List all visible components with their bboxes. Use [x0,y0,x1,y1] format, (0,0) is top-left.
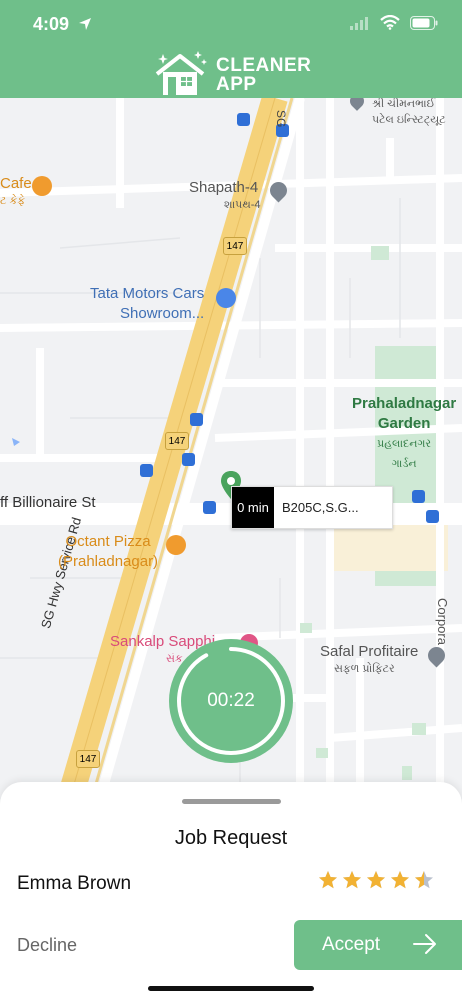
eta-label: 0 min [232,487,274,528]
cellular-signal-icon [350,16,368,30]
star-icon [367,871,385,889]
accept-label: Accept [322,934,381,955]
app-logo: CLEANER APP [154,50,314,96]
decline-button[interactable]: Decline [17,935,77,956]
poi-temple-name: શ્રી ચીમનભાઈ [372,98,436,110]
app-header: CLEANER APP [0,46,462,98]
poi-tata-motors[interactable]: Tata Motors Cars Showroom... [88,284,204,324]
customer-rating [318,870,435,890]
arrow-right-icon [413,934,436,954]
address-label: B205C,S.G... [282,500,359,515]
poi-safal-name-local: સફળ પ્રોફિટર [334,663,395,675]
poi-garden-name-local: પ્રહલાદનગર [377,438,432,450]
bus-stop-icon [426,510,439,523]
poi-cafe-name-local: ટ કેફે [0,195,26,207]
bus-stop-icon [182,453,195,466]
location-arrow-icon [79,18,91,30]
star-icon [391,871,409,889]
app-name-line1: CLEANER [216,55,312,76]
sheet-title: Job Request [174,827,288,849]
star-icon [415,871,433,889]
road-label-sg: SG [274,110,288,128]
house-logo-icon [155,51,207,95]
bus-stop-icon [412,490,425,503]
battery-icon [410,15,438,30]
poi-octant-pizza[interactable]: Octant Pizza (Prahladnagar) [58,532,158,572]
road-label-billionaire: ff Billionaire St [0,494,96,511]
poi-garden-name-2: Garden [377,415,431,432]
poi-cafe-name: Cafe [0,175,32,192]
route-shield: 147 [165,432,189,450]
bus-stop-icon [203,501,216,514]
countdown-timer: 00:22 [169,639,293,763]
poi-temple-name-2: પટેલ ઇન્સ્ટિટ્યૂટ [372,114,446,126]
cafe-icon [32,176,52,196]
poi-garden-name-local-2: ગાર્ડન [391,458,417,470]
status-time: 4:09 [33,14,70,34]
poi-octant-name: Octant Pizza [65,533,151,550]
bus-stop-icon [237,113,250,126]
star-icon [319,871,337,889]
restaurant-icon [166,535,186,555]
wifi-icon [380,15,400,30]
poi-prahaladnagar-garden[interactable]: Prahaladnagar Garden પ્રહલાદનગર ગાર્ડન [352,394,456,474]
poi-safal-name: Safal Profitaire [320,643,419,660]
status-icons [350,15,438,30]
poi-shapath-name-local: શાપથ-4 [224,199,261,211]
route-shield: 147 [76,750,100,768]
sheet-drag-handle[interactable] [182,799,281,804]
poi-cafe[interactable]: Cafe ટ કેફે [0,174,32,208]
app-name-line2: APP [216,74,257,95]
status-bar: 4:09 [0,0,462,46]
shopping-icon [216,288,236,308]
poi-octant-name-2: (Prahladnagar) [58,553,159,570]
job-request-sheet: Job Request Emma Brown Decline Accept [0,782,462,1000]
poi-temple[interactable]: શ્રી ચીમનભાઈ પટેલ ઇન્સ્ટિટ્યૂટ [372,98,446,128]
route-shield: 147 [223,237,247,255]
app-name: CLEANER APP [216,56,311,94]
star-icon [343,871,361,889]
bus-stop-icon [190,413,203,426]
poi-shapath[interactable]: Shapath-4 શાપથ-4 [189,178,261,212]
bus-stop-icon [140,464,153,477]
poi-tata-name-2: Showroom... [120,305,205,322]
poi-safal-profitaire[interactable]: Safal Profitaire સફળ પ્રોફિટર [320,642,418,676]
poi-corporate[interactable]: Corpora [432,598,452,645]
poi-tata-name: Tata Motors Cars [90,285,205,302]
customer-name: Emma Brown [17,873,132,894]
poi-shapath-name: Shapath-4 [189,179,259,196]
timer-value: 00:22 [207,690,255,711]
accept-button[interactable]: Accept [294,920,462,970]
poi-garden-name: Prahaladnagar [352,395,457,412]
job-location-tag[interactable]: 0 min B205C,S.G... [231,486,393,529]
home-indicator [148,986,314,991]
